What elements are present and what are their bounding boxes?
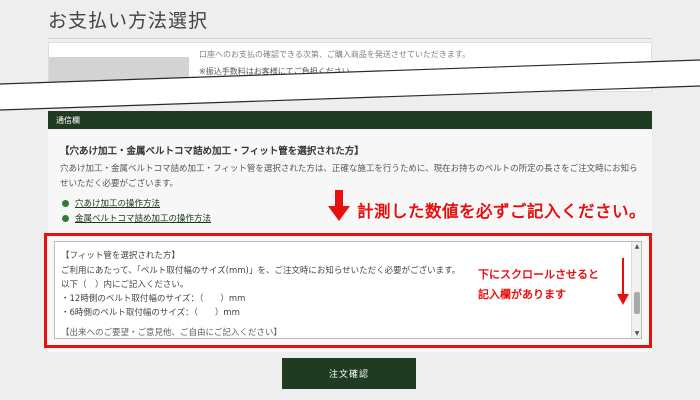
payment-image [49, 57, 189, 93]
payment-panel: 口座へのお支払の確認できる次第、ご購入商品を発送させていただきます。 ※振込手数… [48, 42, 652, 93]
guide-link-belt-adjust[interactable]: 金属ベルトコマ詰め加工の操作方法 [62, 212, 211, 224]
scroll-annotation-line2: 記入欄があります [478, 288, 566, 301]
guide-link-drilling[interactable]: 穴あけ加工の操作方法 [62, 197, 160, 209]
notes-description: 穴あけ加工・金属ベルトコマ詰め加工・フィット管を選択された方は、正確な施工を行う… [60, 164, 638, 189]
payment-note-1: 口座へのお支払の確認できる次第、ご購入商品を発送させていただきます。 [199, 50, 471, 59]
scroll-down-arrow-icon [617, 258, 629, 305]
confirm-order-button[interactable]: 注文確認 [282, 358, 416, 389]
bullet-dot-icon [62, 199, 69, 207]
instruction-annotation: 計測した数値を必ずご記入ください。 [357, 202, 646, 221]
textarea-line: 以下（ ）内にご記入ください。 [61, 280, 189, 290]
scroll-down-icon[interactable]: ▼ [633, 330, 641, 337]
notes-section-bar: 通信欄 [48, 111, 652, 129]
textarea-scrollbar[interactable]: ▲ ▼ [631, 242, 641, 338]
textarea-line: 【出来へのご要望・ご意見他、ご自由にご記入ください】 [61, 328, 282, 338]
textarea-line: ・6時側のベルト取付幅のサイズ：（ ）mm [61, 308, 240, 318]
scroll-thumb[interactable] [634, 292, 640, 314]
title-divider [48, 38, 652, 39]
scroll-up-icon[interactable]: ▲ [633, 243, 641, 250]
textarea-line: 【フィット管を選択された方】 [61, 251, 180, 261]
guide-link-label: 金属ベルトコマ詰め加工の操作方法 [75, 214, 212, 224]
guide-link-label: 穴あけ加工の操作方法 [75, 199, 161, 209]
notes-heading: 【穴あけ加工・金属ベルトコマ詰め加工・フィット管を選択された方】 [60, 146, 364, 157]
scroll-annotation-line1: 下にスクロールさせると [478, 268, 599, 281]
payment-note-2: ※振込手数料はお客様にてご負担ください。 [199, 67, 358, 76]
textarea-line: ご利用にあたって、「ベルト取付幅のサイズ(mm)」を、ご注文時にお知らせいただく… [61, 266, 461, 276]
page-title: お支払い方法選択 [48, 10, 209, 32]
arrow-down-icon [328, 190, 350, 221]
bullet-dot-icon [62, 214, 69, 222]
textarea-line: ・12時側のベルト取付幅のサイズ：（ ）mm [61, 294, 246, 304]
